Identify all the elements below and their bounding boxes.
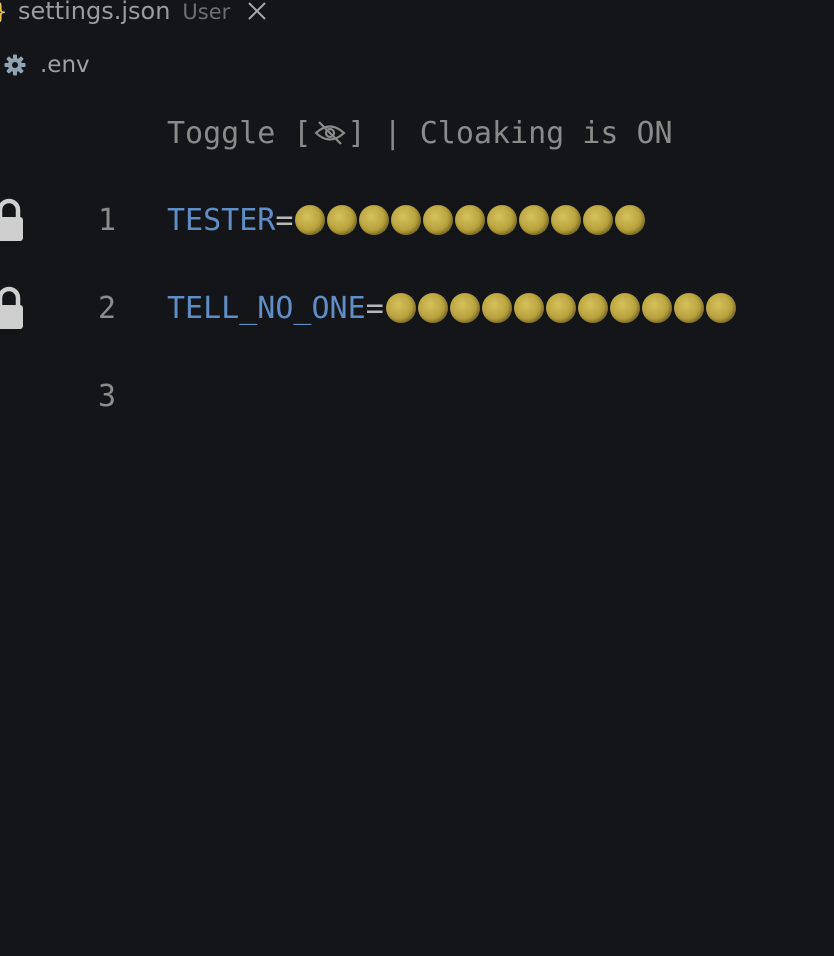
mask-dot (327, 205, 358, 235)
mask-dot (519, 205, 550, 235)
cloak-toggle-codelens[interactable]: Toggle [ ] | Cloaking is ON (167, 108, 673, 158)
masked-value (385, 293, 738, 323)
mask-dot (673, 293, 704, 323)
mask-dot (705, 293, 736, 323)
gear-icon (4, 54, 26, 76)
editor-line-1[interactable]: 1 TESTER = (0, 190, 834, 250)
mask-dot (615, 205, 646, 235)
equals-sign: = (275, 202, 294, 238)
mask-dot (295, 205, 326, 235)
mask-dot (609, 293, 640, 323)
codelens-suffix: ] | Cloaking is ON (347, 115, 673, 151)
editor-tab[interactable]: } settings.json User (0, 0, 268, 26)
mask-dot (449, 293, 480, 323)
lock-icon[interactable] (0, 197, 26, 243)
mask-dot (551, 205, 582, 235)
breadcrumb-file-label[interactable]: .env (40, 52, 90, 78)
line-number: 2 (97, 290, 116, 326)
editor-line-2[interactable]: 2 TELL_NO_ONE = (0, 278, 834, 338)
mask-dot (385, 293, 416, 323)
codelens-prefix: Toggle [ (167, 115, 312, 151)
eye-off-icon (313, 121, 346, 145)
line-number: 3 (97, 378, 116, 414)
mask-dot (423, 205, 454, 235)
mask-dot (545, 293, 576, 323)
curly-brace-icon: } (0, 2, 10, 24)
mask-dot (359, 205, 390, 235)
mask-dot (455, 205, 486, 235)
mask-dot (487, 205, 518, 235)
equals-sign: = (365, 290, 384, 326)
env-key: TESTER (167, 202, 276, 238)
tab-description: User (182, 0, 231, 24)
masked-value (295, 205, 647, 235)
breadcrumb: .env (3, 50, 90, 80)
code-line[interactable]: TELL_NO_ONE = (167, 291, 738, 326)
editor-line-3[interactable]: 3 (0, 366, 834, 426)
line-number: 1 (97, 202, 116, 238)
close-icon[interactable] (246, 0, 268, 22)
mask-dot (513, 293, 544, 323)
code-line[interactable]: TESTER = (167, 203, 647, 238)
mask-dot (481, 293, 512, 323)
mask-dot (583, 205, 614, 235)
mask-dot (417, 293, 448, 323)
env-key: TELL_NO_ONE (167, 290, 366, 326)
mask-dot (641, 293, 672, 323)
tab-title: settings.json (18, 0, 171, 25)
lock-icon[interactable] (0, 285, 26, 331)
mask-dot (577, 293, 608, 323)
mask-dot (391, 205, 422, 235)
